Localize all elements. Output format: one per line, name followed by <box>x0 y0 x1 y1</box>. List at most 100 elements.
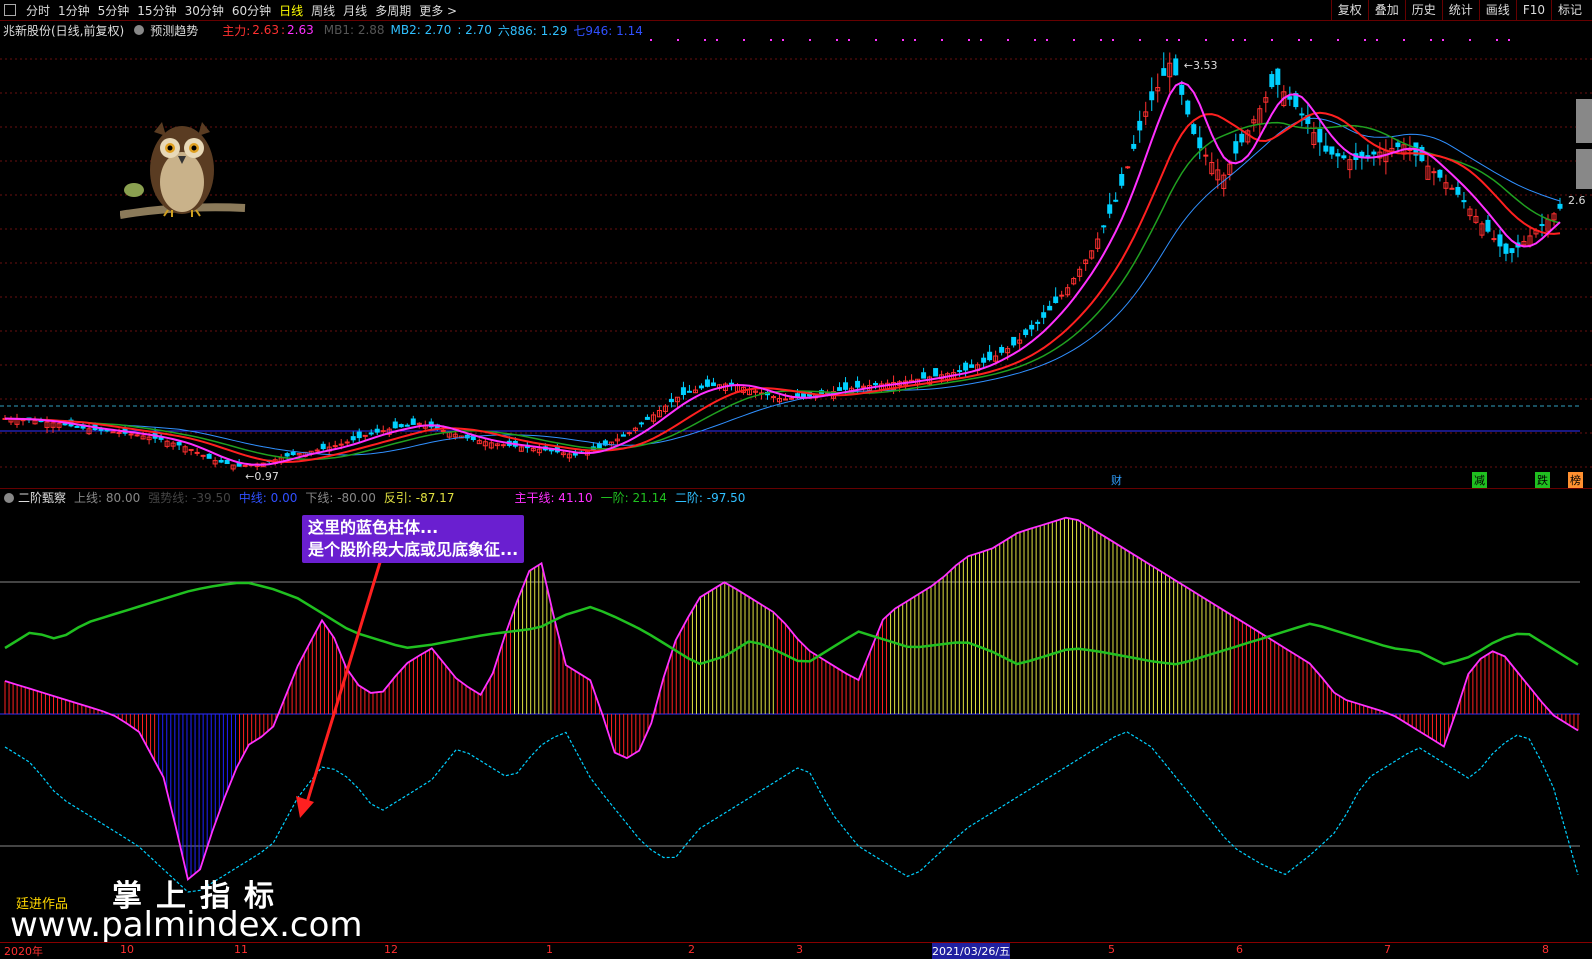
candle-body <box>284 453 290 457</box>
candle-body <box>1041 312 1047 318</box>
window-icon[interactable] <box>4 4 16 16</box>
signal-dot <box>1469 39 1471 41</box>
owl-logo-icon <box>120 122 246 219</box>
candle-body <box>855 380 861 388</box>
second-order-line <box>4 731 1579 893</box>
xiaxian-value: 下线: -80.00 <box>305 491 376 505</box>
period-tab-1[interactable]: 1分钟 <box>54 2 94 19</box>
toolbar-action-4[interactable]: 画线 <box>1478 0 1516 20</box>
period-tab-4[interactable]: 30分钟 <box>181 2 228 19</box>
toolbar-action-0[interactable]: 复权 <box>1330 0 1368 20</box>
signal-dot <box>1232 39 1234 41</box>
signal-dot <box>1139 39 1141 41</box>
candle-body <box>698 385 704 389</box>
sub-toggle-icon[interactable] <box>4 492 14 503</box>
period-tab-0[interactable]: 分时 <box>22 2 54 19</box>
right-price-marker <box>1576 99 1592 143</box>
period-tab-10[interactable]: 更多 > <box>415 2 461 19</box>
shangxian-value: 上线: 80.00 <box>74 491 141 505</box>
candle-body <box>1395 142 1401 148</box>
candle-body <box>224 459 230 465</box>
candle-body <box>1335 153 1341 157</box>
candle-body <box>1161 68 1167 76</box>
signal-dot <box>1376 39 1378 41</box>
candle-body <box>770 396 776 399</box>
signal-dot <box>1007 39 1009 41</box>
candle-body <box>1485 219 1491 232</box>
candle-body <box>1053 296 1059 304</box>
candle-body <box>1035 321 1041 324</box>
signal-dot <box>1166 39 1168 41</box>
period-tab-3[interactable]: 15分钟 <box>133 2 180 19</box>
candle-body <box>290 451 296 456</box>
period-tab-2[interactable]: 5分钟 <box>94 2 134 19</box>
candle-body <box>704 379 710 387</box>
period-tab-6[interactable]: 日线 <box>275 2 307 19</box>
period-tab-9[interactable]: 多周期 <box>371 2 415 19</box>
candle-body <box>1509 248 1515 254</box>
period-tab-5[interactable]: 60分钟 <box>228 2 275 19</box>
candle-body <box>873 382 879 386</box>
toolbar-action-5[interactable]: F10 <box>1515 0 1551 20</box>
period-tab-7[interactable]: 周线 <box>307 2 339 19</box>
candle-body <box>1269 74 1275 88</box>
toolbar-action-6[interactable]: 标记 <box>1550 0 1588 20</box>
candle-body <box>1023 329 1029 335</box>
predict-trend-label[interactable]: 预测趋势 <box>150 22 198 39</box>
toolbar-action-1[interactable]: 叠加 <box>1367 0 1405 20</box>
signal-dot <box>677 39 679 41</box>
candle-body <box>404 424 410 427</box>
zhuli-value-1: 2.63 <box>252 23 279 37</box>
candle-body <box>188 448 194 451</box>
candle-body <box>116 432 122 435</box>
erjie-value: 二阶: -97.50 <box>674 491 746 505</box>
candle-body <box>1179 84 1185 95</box>
candle-body <box>110 431 116 434</box>
liu-value: 六886: 1.29 <box>497 23 568 38</box>
candle-body <box>957 370 963 373</box>
right-price-marker <box>1576 149 1592 189</box>
predict-toggle-icon[interactable] <box>134 25 145 35</box>
date-axis: 2020年 10 11 12 1 2 3 2021/03/26/五 5 6 7 8 <box>0 942 1592 959</box>
candle-body <box>362 434 368 437</box>
candle-body <box>242 464 248 467</box>
candle-body <box>332 445 338 448</box>
candle-body <box>398 424 404 428</box>
date-label-2: 11 <box>234 943 248 956</box>
signal-dot <box>1442 39 1444 41</box>
candle-body <box>1557 203 1563 209</box>
date-label-0: 2020年 <box>4 945 43 958</box>
signal-dot <box>1496 39 1498 41</box>
toolbar-action-3[interactable]: 统计 <box>1441 0 1479 20</box>
candle-body <box>668 398 674 403</box>
date-label-7: 2021/03/26/五 <box>932 943 1011 959</box>
signal-dot <box>716 39 718 41</box>
badge-cai: 财 <box>1111 474 1122 487</box>
zhuli-sep: : <box>280 23 286 37</box>
date-label-1: 10 <box>120 943 134 956</box>
candle-body <box>921 372 927 379</box>
signal-dot <box>848 39 850 41</box>
price-high-label: ←3.53 <box>1184 59 1218 72</box>
signal-dot <box>941 39 943 41</box>
period-tab-8[interactable]: 月线 <box>339 2 371 19</box>
signal-dot <box>1310 39 1312 41</box>
candle-body <box>500 444 506 447</box>
candle-body <box>644 416 650 420</box>
stock-name: 兆新股份(日线,前复权) <box>3 23 125 38</box>
candle-body <box>200 454 206 457</box>
candle-body <box>1437 169 1443 178</box>
signal-dot <box>980 39 982 41</box>
signal-dot <box>704 39 706 41</box>
annotation-line-1: 这里的蓝色柱体... <box>308 518 439 537</box>
sub-indicator-name[interactable]: 二阶甄察 <box>18 489 66 506</box>
main-indicator-info: 兆新股份(日线,前复权) 预测趋势 主力: 2.63 : 2.63 MB1: 2… <box>0 21 1592 39</box>
date-label-6: 3 <box>796 943 803 956</box>
candle-body <box>1365 155 1371 158</box>
candle-body <box>1341 155 1347 159</box>
toolbar-action-2[interactable]: 历史 <box>1404 0 1442 20</box>
signal-dot <box>1100 39 1102 41</box>
zhugan-value: 主干线: 41.10 <box>514 491 593 505</box>
signal-dot <box>1337 39 1339 41</box>
signal-dot <box>1298 39 1300 41</box>
